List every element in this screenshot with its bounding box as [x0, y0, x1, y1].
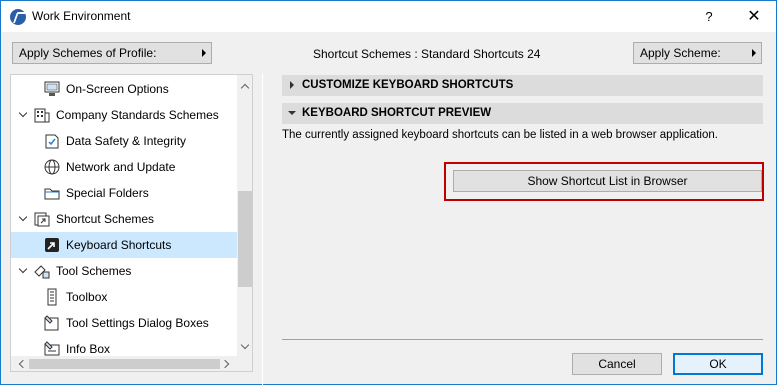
- shortcut-schemes-status: Shortcut Schemes : Standard Shortcuts 24: [313, 47, 541, 61]
- monitor-options-icon: [43, 80, 61, 98]
- shield-check-icon: [43, 132, 61, 150]
- tree-item-label: Shortcut Schemes: [56, 212, 155, 226]
- tree-item-shortcut-schemes[interactable]: Shortcut Schemes: [11, 206, 237, 232]
- tree-item-monitor-options[interactable]: On-Screen Options: [11, 76, 237, 102]
- globe-icon: [43, 158, 61, 176]
- tree-item-label: Tool Settings Dialog Boxes: [66, 316, 209, 330]
- archicad-logo-icon: [10, 9, 26, 25]
- scrollbar-corner: [237, 356, 252, 371]
- chevron-down-icon[interactable]: [19, 214, 28, 223]
- tree-item-building-schemes[interactable]: Company Standards Schemes: [11, 102, 237, 128]
- scroll-right-icon[interactable]: [223, 360, 231, 368]
- apply-scheme-dropdown[interactable]: Apply Scheme:: [633, 42, 762, 64]
- horizontal-scroll-thumb[interactable]: [29, 359, 220, 369]
- toolbox-icon: [43, 288, 61, 306]
- ok-button[interactable]: OK: [673, 353, 763, 375]
- close-button[interactable]: ✕: [732, 1, 776, 32]
- work-environment-dialog: Work Environment ? ✕ Apply Schemes of Pr…: [0, 0, 777, 385]
- tree-item-tool-schemes[interactable]: Tool Schemes: [11, 258, 237, 284]
- title-bar: Work Environment ? ✕: [1, 1, 776, 32]
- triangle-right-icon: [752, 49, 756, 57]
- customize-shortcuts-header: CUSTOMIZE KEYBOARD SHORTCUTS: [302, 79, 514, 91]
- tree-item-keyboard-shortcut[interactable]: Keyboard Shortcuts: [11, 232, 237, 258]
- shortcut-preview-header: KEYBOARD SHORTCUT PREVIEW: [302, 107, 492, 119]
- apply-profile-dropdown[interactable]: Apply Schemes of Profile:: [12, 42, 212, 64]
- scroll-up-icon[interactable]: [241, 82, 249, 90]
- tool-settings-icon: [43, 314, 61, 332]
- tree-item-label: Company Standards Schemes: [56, 108, 219, 122]
- apply-scheme-label: Apply Scheme:: [640, 46, 721, 60]
- customize-shortcuts-section[interactable]: CUSTOMIZE KEYBOARD SHORTCUTS: [282, 75, 763, 96]
- tree-item-tool-settings[interactable]: Tool Settings Dialog Boxes: [11, 310, 237, 336]
- folder-icon: [43, 184, 61, 202]
- tree-item-label: Toolbox: [66, 290, 108, 304]
- tree-item-label: Tool Schemes: [56, 264, 132, 278]
- tree-horizontal-scrollbar[interactable]: [11, 356, 237, 371]
- help-button[interactable]: ?: [687, 1, 731, 32]
- show-shortcut-list-button[interactable]: Show Shortcut List in Browser: [453, 170, 762, 192]
- tree-item-label: Info Box: [66, 342, 111, 356]
- window-title: Work Environment: [32, 9, 131, 23]
- expanded-triangle-icon: [288, 111, 296, 115]
- tree-item-folder[interactable]: Special Folders: [11, 180, 237, 206]
- tree-item-toolbox[interactable]: Toolbox: [11, 284, 237, 310]
- vertical-scroll-thumb[interactable]: [238, 191, 252, 287]
- chevron-down-icon[interactable]: [19, 110, 28, 119]
- pane-divider[interactable]: [262, 74, 263, 385]
- cancel-button[interactable]: Cancel: [572, 353, 662, 375]
- tool-schemes-icon: [33, 262, 51, 280]
- apply-profile-label: Apply Schemes of Profile:: [19, 46, 157, 60]
- tree-item-label: On-Screen Options: [66, 82, 169, 96]
- chevron-down-icon[interactable]: [19, 266, 28, 275]
- tree-vertical-scrollbar[interactable]: [237, 75, 252, 356]
- tree-item-label: Special Folders: [66, 186, 149, 200]
- tree-item-label: Network and Update: [66, 160, 176, 174]
- scroll-left-icon[interactable]: [17, 360, 25, 368]
- settings-tree: On-Screen Options Company Standards Schem…: [10, 74, 253, 372]
- collapsed-triangle-icon: [290, 81, 294, 89]
- preview-description: The currently assigned keyboard shortcut…: [282, 129, 718, 141]
- scroll-down-icon[interactable]: [241, 343, 249, 351]
- tree-item-label: Data Safety & Integrity: [66, 134, 187, 148]
- keyboard-shortcut-icon: [43, 236, 61, 254]
- footer-divider: [282, 339, 763, 340]
- tree-item-label: Keyboard Shortcuts: [66, 238, 172, 252]
- tree-item-shield-check[interactable]: Data Safety & Integrity: [11, 128, 237, 154]
- shortcut-schemes-icon: [33, 210, 51, 228]
- triangle-right-icon: [202, 49, 206, 57]
- building-schemes-icon: [33, 106, 51, 124]
- shortcut-preview-section[interactable]: KEYBOARD SHORTCUT PREVIEW: [282, 103, 763, 124]
- tree-item-globe[interactable]: Network and Update: [11, 154, 237, 180]
